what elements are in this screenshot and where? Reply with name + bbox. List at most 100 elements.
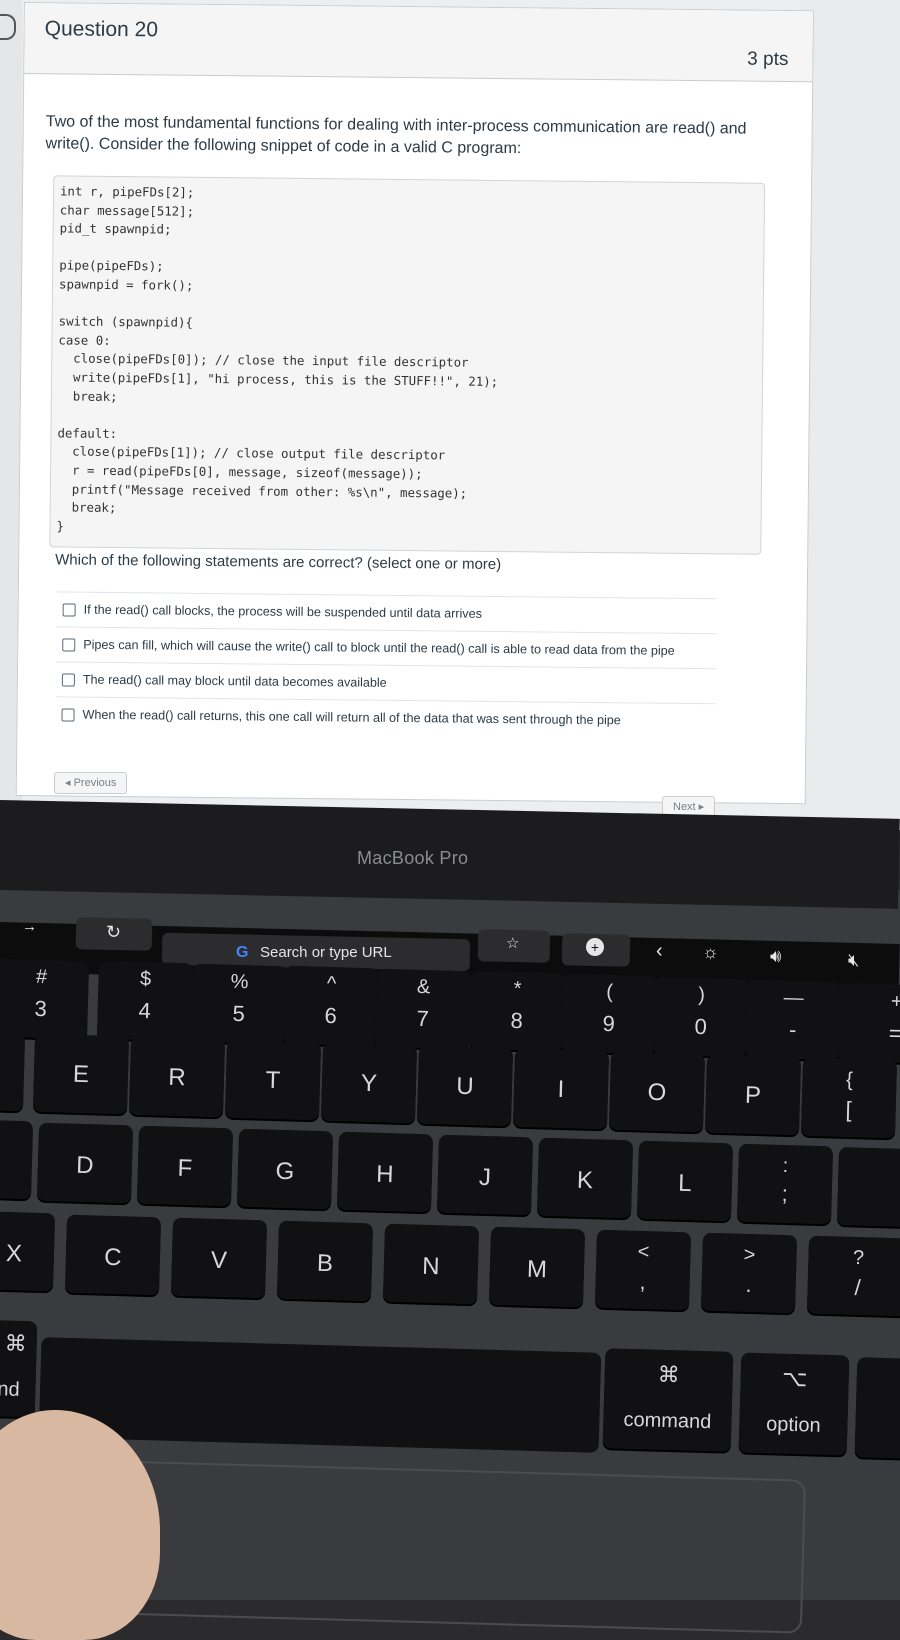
key-quote-partial[interactable] — [836, 1147, 900, 1227]
brightness-icon[interactable]: ☼ — [702, 942, 719, 963]
key-m-label: M — [526, 1255, 548, 1284]
touchbar-forward-icon[interactable]: → — [22, 918, 37, 935]
key-e-label: E — [72, 1060, 90, 1089]
key-left-command[interactable]: ⌘ nd — [0, 1318, 38, 1418]
key-comma-top: < — [637, 1240, 650, 1264]
mute-icon[interactable]: 🔇︎ — [848, 950, 859, 971]
spacebar[interactable] — [38, 1337, 602, 1453]
key-7-top: & — [416, 975, 431, 999]
key-w-partial[interactable] — [0, 1030, 26, 1112]
key-8[interactable]: * 8 — [468, 970, 566, 1052]
key-d[interactable]: D — [36, 1122, 134, 1204]
answer-label-2: Pipes can fill, which will cause the wri… — [83, 637, 675, 658]
answer-list: If the read() call blocks, the process w… — [55, 591, 717, 739]
checkbox-3[interactable] — [61, 672, 75, 687]
option-label: option — [765, 1413, 821, 1437]
key-s-partial[interactable] — [0, 1118, 34, 1200]
key-arrow-partial[interactable] — [854, 1357, 900, 1459]
key-v[interactable]: V — [170, 1217, 268, 1299]
key-u[interactable]: U — [416, 1045, 514, 1127]
key-h[interactable]: H — [336, 1131, 434, 1213]
checkbox-1[interactable] — [62, 602, 76, 617]
question-intro: Two of the most fundamental functions fo… — [45, 113, 747, 158]
question-title: Question 20 — [44, 17, 159, 42]
key-5[interactable]: % 5 — [190, 963, 288, 1045]
command-label: command — [623, 1408, 712, 1434]
volume-icon[interactable]: 🔊︎ — [770, 946, 781, 967]
answer-label-1: If the read() call blocks, the process w… — [83, 602, 483, 621]
key-x-label: X — [5, 1239, 23, 1268]
key-j-label: J — [478, 1163, 492, 1192]
key-h-label: H — [375, 1160, 394, 1189]
browser-screen: Question 20 3 pts Two of the most fundam… — [0, 0, 900, 830]
key-period-bottom: . — [745, 1271, 753, 1298]
key-t-label: T — [265, 1066, 281, 1095]
key-o-label: O — [647, 1078, 667, 1107]
previous-button[interactable]: ◂ Previous — [54, 772, 128, 794]
key-period-top: > — [743, 1243, 756, 1267]
key-4[interactable]: $ 4 — [96, 960, 194, 1042]
plus-icon: + — [586, 938, 604, 956]
key-n[interactable]: N — [382, 1223, 480, 1305]
key-5-top: % — [230, 970, 249, 994]
answer-label-4: When the read() call returns, this one c… — [82, 707, 621, 728]
key-g[interactable]: G — [236, 1128, 334, 1210]
question-card: Question 20 3 pts Two of the most fundam… — [15, 2, 814, 805]
key-3[interactable]: # 3 — [0, 958, 90, 1040]
key-9[interactable]: ( 9 — [560, 973, 658, 1055]
key-j[interactable]: J — [436, 1134, 534, 1216]
key-period[interactable]: > . — [700, 1232, 798, 1314]
key-k[interactable]: K — [536, 1137, 634, 1219]
google-icon: G — [236, 944, 249, 961]
key-v-label: V — [210, 1246, 228, 1275]
chevron-left-icon[interactable]: ‹ — [656, 940, 663, 963]
key-m[interactable]: M — [488, 1226, 586, 1308]
key-e[interactable]: E — [32, 1033, 130, 1115]
key-bracket[interactable]: { [ — [800, 1057, 898, 1139]
key-y-label: Y — [360, 1069, 378, 1098]
key-semicolon-top: : — [782, 1154, 789, 1178]
left-command-label: nd — [0, 1378, 20, 1401]
key-minus[interactable]: — - — [744, 979, 842, 1061]
key-comma[interactable]: < , — [594, 1229, 692, 1311]
key-b[interactable]: B — [276, 1220, 374, 1302]
reload-icon: ↻ — [106, 922, 122, 942]
page-background-right — [800, 0, 900, 830]
key-bracket-bottom: [ — [845, 1096, 853, 1123]
key-f[interactable]: F — [136, 1125, 234, 1207]
left-command-symbol: ⌘ — [4, 1330, 28, 1357]
key-minus-top: — — [783, 986, 804, 1010]
key-r[interactable]: R — [128, 1036, 226, 1118]
key-c[interactable]: C — [64, 1214, 162, 1296]
key-slash-top: ? — [852, 1246, 865, 1270]
key-p[interactable]: P — [704, 1054, 802, 1136]
trackpad[interactable] — [107, 1460, 807, 1634]
key-0[interactable]: ) 0 — [652, 976, 750, 1058]
key-semicolon[interactable]: : ; — [736, 1143, 834, 1225]
key-equals[interactable]: + = — [836, 983, 900, 1063]
key-7[interactable]: & 7 — [374, 968, 472, 1050]
key-slash[interactable]: ? / — [806, 1235, 900, 1317]
key-i[interactable]: I — [512, 1048, 610, 1130]
checkbox-4[interactable] — [61, 707, 75, 722]
key-9-bottom: 9 — [602, 1010, 616, 1037]
key-t[interactable]: T — [224, 1039, 322, 1121]
key-l[interactable]: L — [636, 1140, 734, 1222]
key-right-option[interactable]: ⌥ option — [738, 1352, 850, 1456]
checkbox-2[interactable] — [62, 637, 76, 652]
key-c-label: C — [103, 1243, 122, 1272]
key-9-top: ( — [605, 980, 614, 1004]
key-o[interactable]: O — [608, 1051, 706, 1133]
key-8-bottom: 8 — [510, 1007, 524, 1034]
key-right-command[interactable]: ⌘ command — [602, 1348, 734, 1452]
collapse-chevron-icon[interactable] — [0, 14, 16, 40]
key-y[interactable]: Y — [320, 1042, 418, 1124]
answer-option-4[interactable]: When the read() call returns, this one c… — [55, 696, 716, 739]
brand-label: MacBook Pro — [357, 848, 469, 868]
key-x[interactable]: X — [0, 1210, 56, 1292]
key-8-top: * — [513, 977, 522, 1001]
key-6[interactable]: ^ 6 — [282, 965, 380, 1047]
key-6-bottom: 6 — [324, 1002, 338, 1029]
key-d-label: D — [75, 1151, 94, 1180]
answer-label-3: The read() call may block until data bec… — [82, 672, 387, 690]
